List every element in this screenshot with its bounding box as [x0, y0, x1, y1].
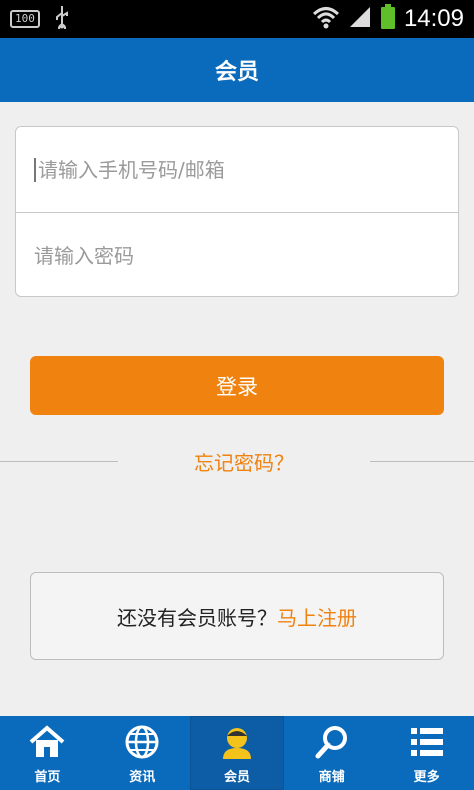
- nav-label-home: 首页: [34, 769, 61, 785]
- battery-level-badge: 100: [10, 10, 40, 28]
- forgot-password-row: 忘记密码？: [0, 442, 474, 480]
- home-icon: [27, 722, 67, 762]
- nav-label-more: 更多: [413, 769, 440, 785]
- globe-icon: [122, 722, 162, 762]
- divider-left: [0, 460, 118, 462]
- bottom-nav: 首页 资讯 会员 商铺 更多: [0, 716, 474, 790]
- password-field-row: [16, 213, 458, 298]
- nav-label-news: 资讯: [129, 769, 156, 785]
- clock: 14:09: [403, 5, 464, 32]
- phone-email-field-row: [16, 127, 458, 212]
- battery-icon: [380, 4, 396, 34]
- forgot-password-link[interactable]: 忘记密码？: [176, 447, 312, 476]
- register-prompt-card: 还没有会员账号？ 马上注册: [30, 572, 444, 660]
- register-link[interactable]: 马上注册: [277, 602, 357, 631]
- nav-label-member: 会员: [223, 769, 250, 785]
- nav-item-news[interactable]: 资讯: [95, 716, 190, 790]
- list-icon: [407, 722, 447, 762]
- login-button[interactable]: 登录: [30, 356, 444, 415]
- password-input[interactable]: [34, 243, 458, 268]
- login-form: [15, 126, 459, 297]
- divider-right: [370, 460, 474, 462]
- nav-item-home[interactable]: 首页: [0, 716, 95, 790]
- wifi-icon: [312, 5, 340, 33]
- nav-item-more[interactable]: 更多: [379, 716, 474, 790]
- status-bar: 100 14:09: [0, 0, 474, 38]
- app-header: 会员: [0, 38, 474, 102]
- forgot-link-wrap: 忘记密码？: [118, 447, 370, 476]
- signal-icon: [348, 5, 372, 33]
- nav-item-shops[interactable]: 商铺: [284, 716, 379, 790]
- text-cursor: [34, 157, 36, 182]
- usb-icon: [54, 5, 70, 33]
- nav-label-shops: 商铺: [318, 769, 345, 785]
- nav-item-member[interactable]: 会员: [189, 716, 285, 790]
- search-icon: [312, 722, 352, 762]
- phone-email-input[interactable]: [37, 157, 458, 182]
- page-title: 会员: [214, 60, 259, 85]
- member-icon: [217, 722, 257, 762]
- register-prompt-text: 还没有会员账号？: [117, 605, 277, 630]
